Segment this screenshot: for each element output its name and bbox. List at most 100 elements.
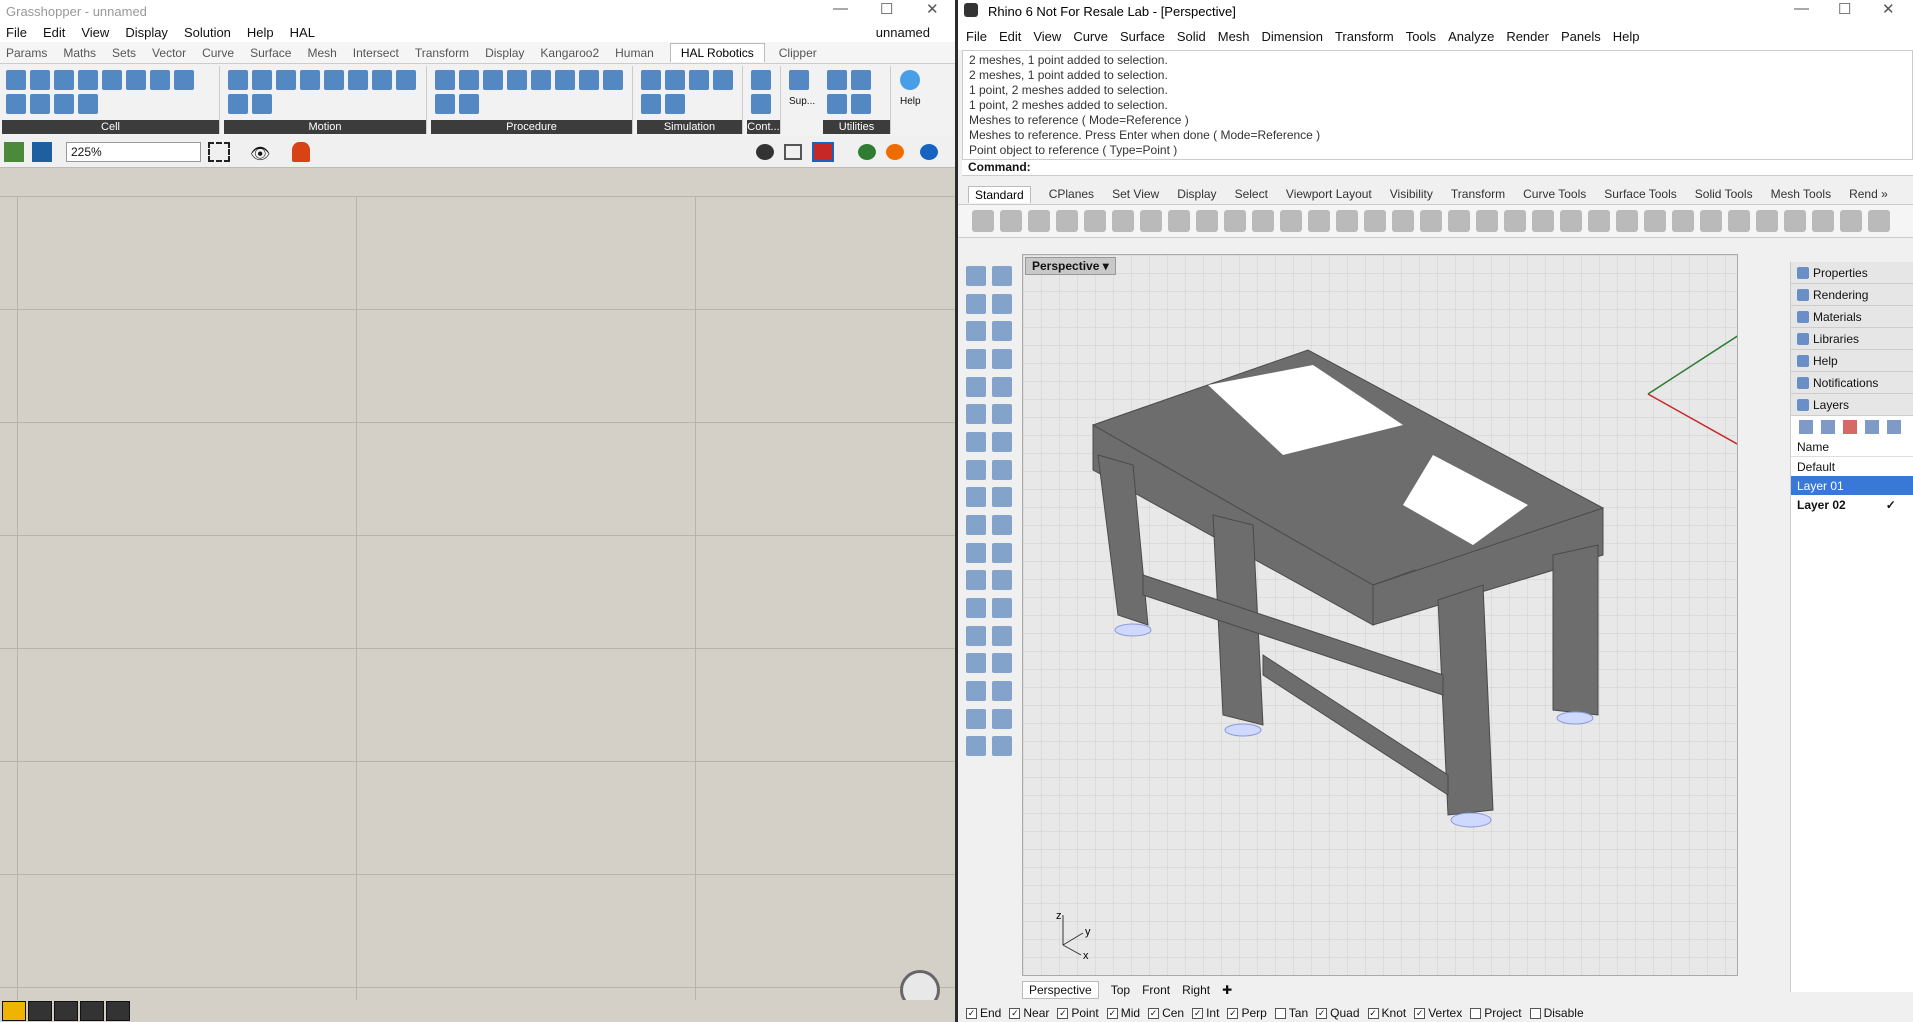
motion-component-icon[interactable] (252, 94, 272, 114)
perspective-viewport[interactable]: Perspective ▾ z y x (1022, 254, 1738, 976)
text-tool-icon[interactable] (966, 597, 986, 618)
gh-tab-surface[interactable]: Surface (250, 46, 291, 60)
array-tool-icon[interactable] (966, 680, 986, 701)
help-icon[interactable] (900, 70, 920, 90)
move-tool-icon[interactable] (966, 570, 986, 591)
procedure-component-icon[interactable] (435, 94, 455, 114)
zoom-window-icon[interactable] (1308, 210, 1330, 232)
cell-component-icon[interactable] (6, 94, 26, 114)
command-input[interactable]: Command: (962, 160, 1913, 176)
layer-row-default[interactable]: Default (1791, 457, 1913, 476)
arc-tool-icon[interactable] (966, 376, 986, 397)
circle-tool-icon[interactable] (966, 321, 986, 342)
vp-tab-perspective[interactable]: Perspective (1022, 981, 1099, 999)
color-icon[interactable] (1644, 210, 1666, 232)
curve-tool-icon[interactable] (992, 293, 1012, 314)
solid-tool-icon[interactable] (966, 653, 986, 674)
gh-tab-vector[interactable]: Vector (152, 46, 186, 60)
rhino-menu-file[interactable]: File (966, 29, 987, 44)
motion-component-icon[interactable] (276, 70, 296, 90)
dimension-tool-icon[interactable] (992, 597, 1012, 618)
osnap-near[interactable]: ✓ Near (1009, 1006, 1049, 1020)
rhino-menu-help[interactable]: Help (1613, 29, 1640, 44)
gh-tab-human[interactable]: Human (615, 46, 654, 60)
analyze-tool-icon[interactable] (992, 680, 1012, 701)
rhino-menu-tools[interactable]: Tools (1406, 29, 1436, 44)
cell-component-icon[interactable] (78, 70, 98, 90)
zoom-icon[interactable] (1280, 210, 1302, 232)
new-icon[interactable] (972, 210, 994, 232)
help-icon[interactable] (1868, 210, 1890, 232)
gh-tab-sets[interactable]: Sets (112, 46, 136, 60)
procedure-component-icon[interactable] (579, 70, 599, 90)
check-tool-icon[interactable] (992, 708, 1012, 729)
minimize-icon[interactable]: — (1794, 0, 1809, 17)
gh-menu-solution[interactable]: Solution (184, 25, 231, 40)
cut-icon[interactable] (1112, 210, 1134, 232)
hatch-tool-icon[interactable] (992, 625, 1012, 646)
split-tool-icon[interactable] (966, 514, 986, 535)
zoom-extents-icon[interactable] (1336, 210, 1358, 232)
draft-tool-icon[interactable] (992, 736, 1012, 757)
undo-icon[interactable] (1196, 210, 1218, 232)
gumball-icon[interactable] (1784, 210, 1806, 232)
osnap-cen[interactable]: ✓ Cen (1148, 1006, 1184, 1020)
motion-component-icon[interactable] (228, 94, 248, 114)
gh-tab-mesh[interactable]: Mesh (307, 46, 336, 60)
cell-component-icon[interactable] (54, 94, 74, 114)
paste-icon[interactable] (1168, 210, 1190, 232)
panel-tab-properties[interactable]: Properties (1791, 262, 1913, 284)
new-layer-icon[interactable] (1799, 420, 1813, 434)
rhino-menu-panels[interactable]: Panels (1561, 29, 1601, 44)
point-tool-icon[interactable] (992, 266, 1012, 286)
mesh-tool-icon[interactable] (992, 459, 1012, 480)
rhino-menu-edit[interactable]: Edit (999, 29, 1021, 44)
layer-row-layer02[interactable]: Layer 02 ✓ (1791, 495, 1913, 514)
procedure-component-icon[interactable] (459, 70, 479, 90)
save-file-icon[interactable] (32, 142, 52, 162)
tab-transform[interactable]: Transform (1451, 187, 1505, 201)
gh-menu-hal[interactable]: HAL (290, 25, 315, 40)
move-down-icon[interactable] (1887, 420, 1901, 434)
error-status-icon[interactable] (80, 1001, 104, 1021)
vp-tab-top[interactable]: Top (1111, 983, 1130, 997)
gh-menu-view[interactable]: View (81, 25, 109, 40)
gh-canvas[interactable] (0, 196, 956, 1010)
polyline-tool-icon[interactable] (966, 293, 986, 314)
gh-menu-help[interactable]: Help (247, 25, 274, 40)
rhino-status-icon[interactable] (28, 1001, 52, 1021)
preview-mode-icon[interactable] (756, 144, 774, 160)
gh-tab-hal-robotics[interactable]: HAL Robotics (669, 43, 765, 62)
cell-component-icon[interactable] (6, 70, 26, 90)
delete-layer-icon[interactable] (1843, 420, 1857, 434)
panel-tab-rendering[interactable]: Rendering (1791, 284, 1913, 306)
maximize-icon[interactable]: ☐ (880, 0, 893, 18)
ellipse-tool-icon[interactable] (992, 321, 1012, 342)
car-icon[interactable] (1448, 210, 1470, 232)
rhino-menu-view[interactable]: View (1033, 29, 1061, 44)
simulation-component-icon[interactable] (713, 70, 733, 90)
utility-component-icon[interactable] (827, 94, 847, 114)
gh-tab-curve[interactable]: Curve (202, 46, 234, 60)
select-icon[interactable] (1532, 210, 1554, 232)
osnap-disable[interactable]: Disable (1529, 1006, 1584, 1020)
osnap-end[interactable]: ✓ End (966, 1006, 1001, 1020)
shape-tool-icon[interactable] (966, 736, 986, 757)
sphere-tool-icon[interactable] (992, 431, 1012, 452)
options-icon[interactable] (1840, 210, 1862, 232)
gh-tab-intersect[interactable]: Intersect (353, 46, 399, 60)
simulation-component-icon[interactable] (665, 94, 685, 114)
grasshopper-status-icon[interactable] (2, 1001, 26, 1021)
cell-component-icon[interactable] (54, 70, 74, 90)
osnap-knot[interactable]: ✓ Knot (1367, 1006, 1406, 1020)
rhino-menu-dimension[interactable]: Dimension (1262, 29, 1323, 44)
motion-component-icon[interactable] (372, 70, 392, 90)
osnap-point[interactable]: ✓ Point (1057, 1006, 1099, 1020)
tab-surface-tools[interactable]: Surface Tools (1604, 187, 1677, 201)
close-icon[interactable]: ✕ (926, 0, 939, 18)
light-icon[interactable] (1560, 210, 1582, 232)
fillet-tool-icon[interactable] (992, 376, 1012, 397)
rotate-tool-icon[interactable] (992, 570, 1012, 591)
document-preview-icon[interactable] (886, 144, 904, 160)
panel-tab-help[interactable]: Help (1791, 350, 1913, 372)
